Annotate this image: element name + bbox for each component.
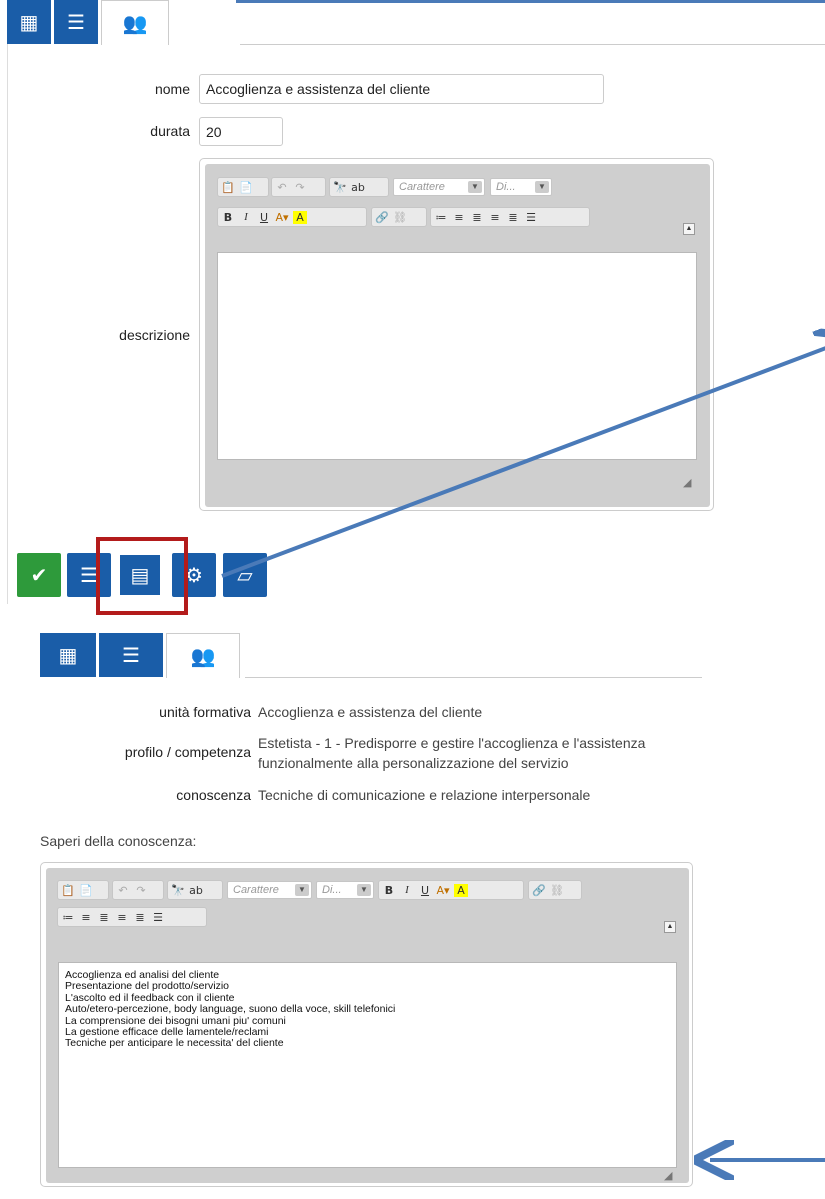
unit-value: Accoglienza e assistenza del cliente <box>258 704 483 720</box>
bullet-list-icon[interactable]: ≡ <box>79 911 93 924</box>
undo-icon[interactable]: ↶ <box>116 884 130 897</box>
users-icon: 👥 <box>190 645 216 668</box>
list-item: Tecniche per anticipare le necessita' de… <box>65 1037 284 1050</box>
font-select[interactable]: Carattere ▼ <box>227 881 312 899</box>
paste-icon[interactable]: 📋 <box>61 884 75 897</box>
knowledge-label: conoscenza <box>176 787 251 803</box>
align-right-icon[interactable]: ≣ <box>133 911 147 924</box>
resize-handle-icon[interactable]: ◢ <box>664 1169 672 1182</box>
link-group: 🔗 ⛓ <box>528 880 582 900</box>
paste-text-icon[interactable]: 📄 <box>79 884 93 897</box>
list-icon: ☰ <box>122 644 140 667</box>
unit-label: unità formativa <box>159 704 251 720</box>
tab-users[interactable]: 👥 <box>166 633 240 678</box>
tab-calendar[interactable]: ▦ <box>40 633 96 677</box>
profile-value: Estetista - 1 - Predisporre e gestire l'… <box>258 735 646 771</box>
format-group: B I U A▾ A <box>378 880 524 900</box>
arrow-to-bottom-panel <box>221 342 825 578</box>
find-group: 🔭 ab <box>167 880 223 900</box>
collapse-toolbar-icon[interactable]: ▲ <box>664 921 676 933</box>
align-center-icon[interactable]: ≡ <box>115 911 129 924</box>
tab-list[interactable]: ☰ <box>99 633 163 677</box>
saperi-label: Saperi della conoscenza: <box>40 833 197 849</box>
knowledge-value: Tecniche di comunicazione e relazione in… <box>258 787 591 803</box>
align-left-icon[interactable]: ≣ <box>97 911 111 924</box>
clipboard-group: 📋 📄 <box>57 880 109 900</box>
undo-group: ↶ ↷ <box>112 880 164 900</box>
bold-icon[interactable]: B <box>382 884 396 897</box>
bottom-tab-bar: ▦ ☰ 👥 <box>40 633 243 678</box>
unlink-icon[interactable]: ⛓ <box>550 884 564 897</box>
text-color-icon[interactable]: A▾ <box>436 884 450 897</box>
redo-icon[interactable]: ↷ <box>134 884 148 897</box>
link-icon[interactable]: 🔗 <box>532 884 546 897</box>
justify-icon[interactable]: ☰ <box>151 911 165 924</box>
size-select[interactable]: Di... ▼ <box>316 881 374 899</box>
spellcheck-icon[interactable]: ab <box>189 884 203 897</box>
italic-icon[interactable]: I <box>400 884 414 896</box>
list-group: ≔ ≡ ≣ ≡ ≣ ☰ <box>57 907 207 927</box>
chevron-down-icon: ▼ <box>357 884 371 896</box>
find-icon[interactable]: 🔭 <box>171 884 185 897</box>
bottom-tab-underline <box>245 677 702 678</box>
calendar-icon: ▦ <box>58 644 78 667</box>
list-item: Auto/etero-percezione, body language, su… <box>65 1003 396 1016</box>
bg-color-icon[interactable]: A <box>454 883 468 897</box>
numbered-list-icon[interactable]: ≔ <box>61 911 75 924</box>
profile-label: profilo / competenza <box>124 744 251 760</box>
knowledge-items-list: Accoglienza ed analisi del cliente Prese… <box>65 969 665 1050</box>
chevron-down-icon: ▼ <box>295 884 309 896</box>
underline-icon[interactable]: U <box>418 884 432 897</box>
